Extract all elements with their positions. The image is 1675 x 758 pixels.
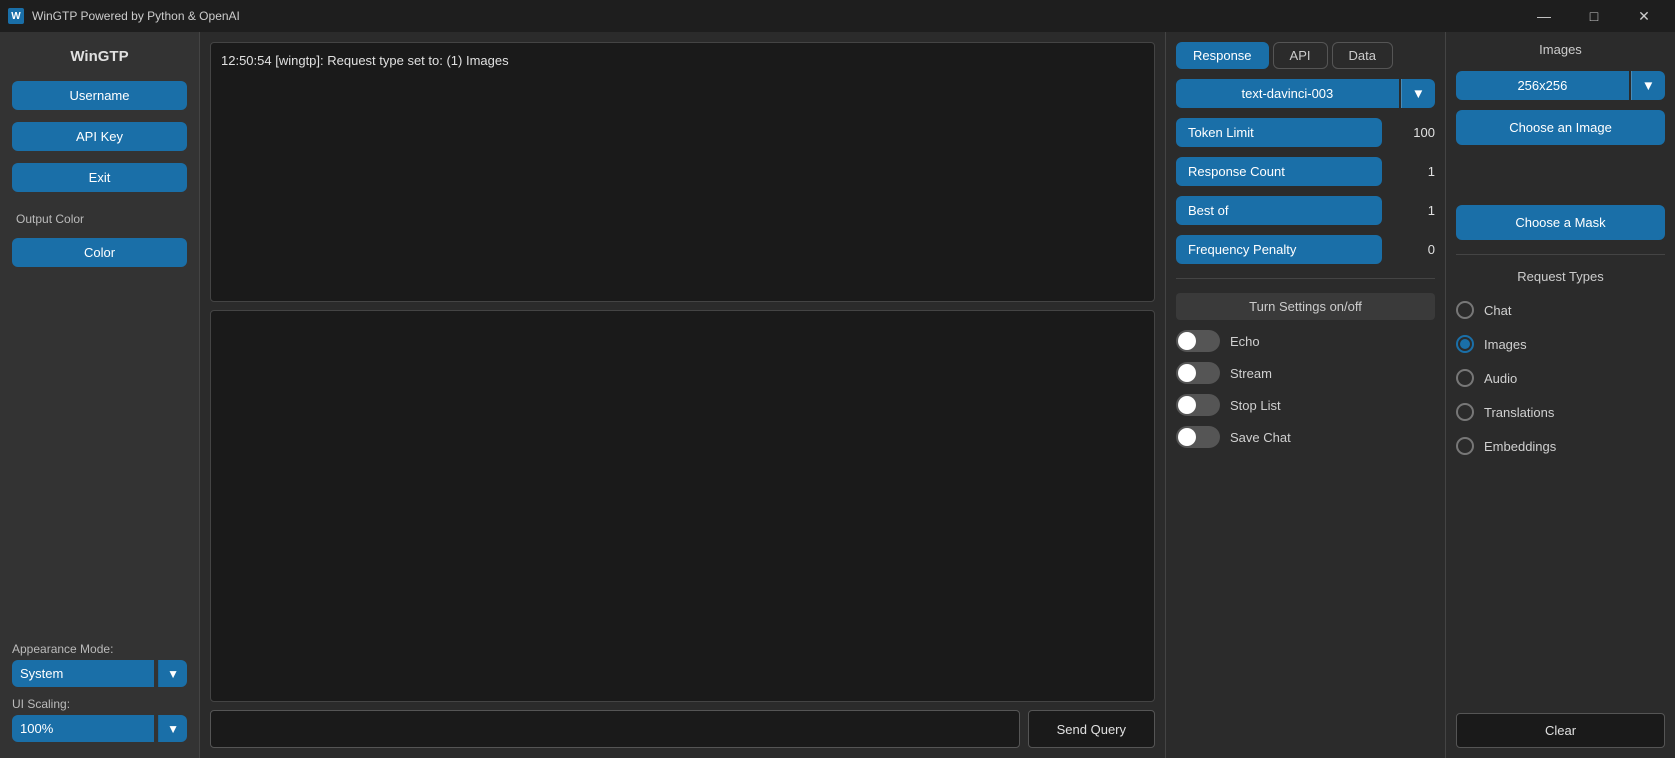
stream-toggle-row: Stream — [1176, 362, 1435, 384]
stop-list-toggle[interactable] — [1176, 394, 1220, 416]
maximize-button[interactable]: □ — [1571, 0, 1617, 32]
tab-response[interactable]: Response — [1176, 42, 1269, 69]
choose-mask-button[interactable]: Choose a Mask — [1456, 205, 1665, 240]
apikey-button[interactable]: API Key — [12, 122, 187, 151]
scaling-dropdown-row: 100% ▼ — [12, 715, 187, 742]
radio-embeddings-circle[interactable] — [1456, 437, 1474, 455]
output-display: 12:50:54 [wingtp]: Request type set to: … — [210, 42, 1155, 302]
tab-api[interactable]: API — [1273, 42, 1328, 69]
token-limit-row: Token Limit 100 — [1176, 118, 1435, 147]
main-layout: WinGTP Username API Key Exit Output Colo… — [0, 32, 1675, 758]
response-count-row: Response Count 1 — [1176, 157, 1435, 186]
output-message: 12:50:54 [wingtp]: Request type set to: … — [221, 53, 509, 68]
titlebar: W WinGTP Powered by Python & OpenAI — □ … — [0, 0, 1675, 32]
color-button[interactable]: Color — [12, 238, 187, 267]
scaling-dropdown[interactable]: 100% — [12, 715, 154, 742]
username-button[interactable]: Username — [12, 81, 187, 110]
titlebar-left: W WinGTP Powered by Python & OpenAI — [8, 8, 240, 24]
minimize-button[interactable]: — — [1521, 0, 1567, 32]
radio-translations-label[interactable]: Translations — [1484, 405, 1554, 420]
response-count-value: 1 — [1390, 164, 1435, 179]
close-button[interactable]: ✕ — [1621, 0, 1667, 32]
best-of-row: Best of 1 — [1176, 196, 1435, 225]
size-arrow[interactable]: ▼ — [1631, 71, 1665, 100]
tabs-row: Response API Data — [1166, 32, 1445, 69]
radio-chat-label[interactable]: Chat — [1484, 303, 1511, 318]
ui-scaling-label: UI Scaling: — [12, 697, 187, 711]
choose-image-button[interactable]: Choose an Image — [1456, 110, 1665, 145]
echo-toggle[interactable] — [1176, 330, 1220, 352]
radio-images: Images — [1456, 332, 1665, 356]
images-title: Images — [1456, 42, 1665, 57]
output-color-label: Output Color — [12, 212, 84, 226]
best-of-button[interactable]: Best of — [1176, 196, 1382, 225]
radio-audio-label[interactable]: Audio — [1484, 371, 1517, 386]
model-select[interactable]: text-davinci-003 — [1176, 79, 1399, 108]
token-limit-button[interactable]: Token Limit — [1176, 118, 1382, 147]
size-select[interactable]: 256x256 — [1456, 71, 1629, 100]
app-icon: W — [8, 8, 24, 24]
frequency-penalty-row: Frequency Penalty 0 — [1176, 235, 1435, 264]
save-chat-toggle[interactable] — [1176, 426, 1220, 448]
radio-images-label[interactable]: Images — [1484, 337, 1527, 352]
echo-label: Echo — [1230, 334, 1260, 349]
save-chat-label: Save Chat — [1230, 430, 1291, 445]
choose-spacer — [1456, 155, 1665, 195]
stream-label: Stream — [1230, 366, 1272, 381]
settings-divider — [1176, 278, 1435, 279]
echo-toggle-row: Echo — [1176, 330, 1435, 352]
appearance-dropdown[interactable]: System — [12, 660, 154, 687]
stream-toggle[interactable] — [1176, 362, 1220, 384]
model-arrow[interactable]: ▼ — [1401, 79, 1435, 108]
best-of-value: 1 — [1390, 203, 1435, 218]
titlebar-title: WinGTP Powered by Python & OpenAI — [32, 9, 240, 23]
turn-settings-label: Turn Settings on/off — [1176, 293, 1435, 320]
send-query-button[interactable]: Send Query — [1028, 710, 1155, 748]
settings-content: text-davinci-003 ▼ Token Limit 100 Respo… — [1166, 69, 1445, 758]
radio-embeddings-label[interactable]: Embeddings — [1484, 439, 1556, 454]
frequency-penalty-button[interactable]: Frequency Penalty — [1176, 235, 1382, 264]
size-dropdown-row: 256x256 ▼ — [1456, 71, 1665, 100]
appearance-dropdown-arrow[interactable]: ▼ — [158, 660, 187, 687]
radio-audio-circle[interactable] — [1456, 369, 1474, 387]
tab-data[interactable]: Data — [1332, 42, 1393, 69]
radio-audio: Audio — [1456, 366, 1665, 390]
scaling-dropdown-arrow[interactable]: ▼ — [158, 715, 187, 742]
settings-panel: Response API Data text-davinci-003 ▼ Tok… — [1165, 32, 1445, 758]
center-panel: 12:50:54 [wingtp]: Request type set to: … — [200, 32, 1165, 758]
request-types-title: Request Types — [1456, 269, 1665, 284]
stop-list-label: Stop List — [1230, 398, 1281, 413]
clear-button[interactable]: Clear — [1456, 713, 1665, 748]
radio-images-circle[interactable] — [1456, 335, 1474, 353]
right-divider — [1456, 254, 1665, 255]
sidebar-app-name: WinGTP — [70, 48, 128, 65]
save-chat-toggle-row: Save Chat — [1176, 426, 1435, 448]
radio-embeddings: Embeddings — [1456, 434, 1665, 458]
bottom-bar: Send Query — [210, 710, 1155, 748]
exit-button[interactable]: Exit — [12, 163, 187, 192]
token-limit-value: 100 — [1390, 125, 1435, 140]
stop-list-toggle-row: Stop List — [1176, 394, 1435, 416]
appearance-dropdown-row: System ▼ — [12, 660, 187, 687]
window-controls: — □ ✕ — [1521, 0, 1667, 32]
right-bottom-area: Clear — [1446, 703, 1675, 758]
query-input[interactable] — [210, 710, 1020, 748]
radio-chat-circle[interactable] — [1456, 301, 1474, 319]
sidebar: WinGTP Username API Key Exit Output Colo… — [0, 32, 200, 758]
sidebar-bottom: Appearance Mode: System ▼ UI Scaling: 10… — [12, 642, 187, 742]
frequency-penalty-value: 0 — [1390, 242, 1435, 257]
appearance-mode-label: Appearance Mode: — [12, 642, 187, 656]
radio-translations-circle[interactable] — [1456, 403, 1474, 421]
right-panel: Images 256x256 ▼ Choose an Image Choose … — [1445, 32, 1675, 758]
right-scroll-area: Images 256x256 ▼ Choose an Image Choose … — [1446, 32, 1675, 703]
response-count-button[interactable]: Response Count — [1176, 157, 1382, 186]
radio-chat: Chat — [1456, 298, 1665, 322]
radio-translations: Translations — [1456, 400, 1665, 424]
input-area[interactable] — [210, 310, 1155, 702]
model-row: text-davinci-003 ▼ — [1176, 79, 1435, 108]
